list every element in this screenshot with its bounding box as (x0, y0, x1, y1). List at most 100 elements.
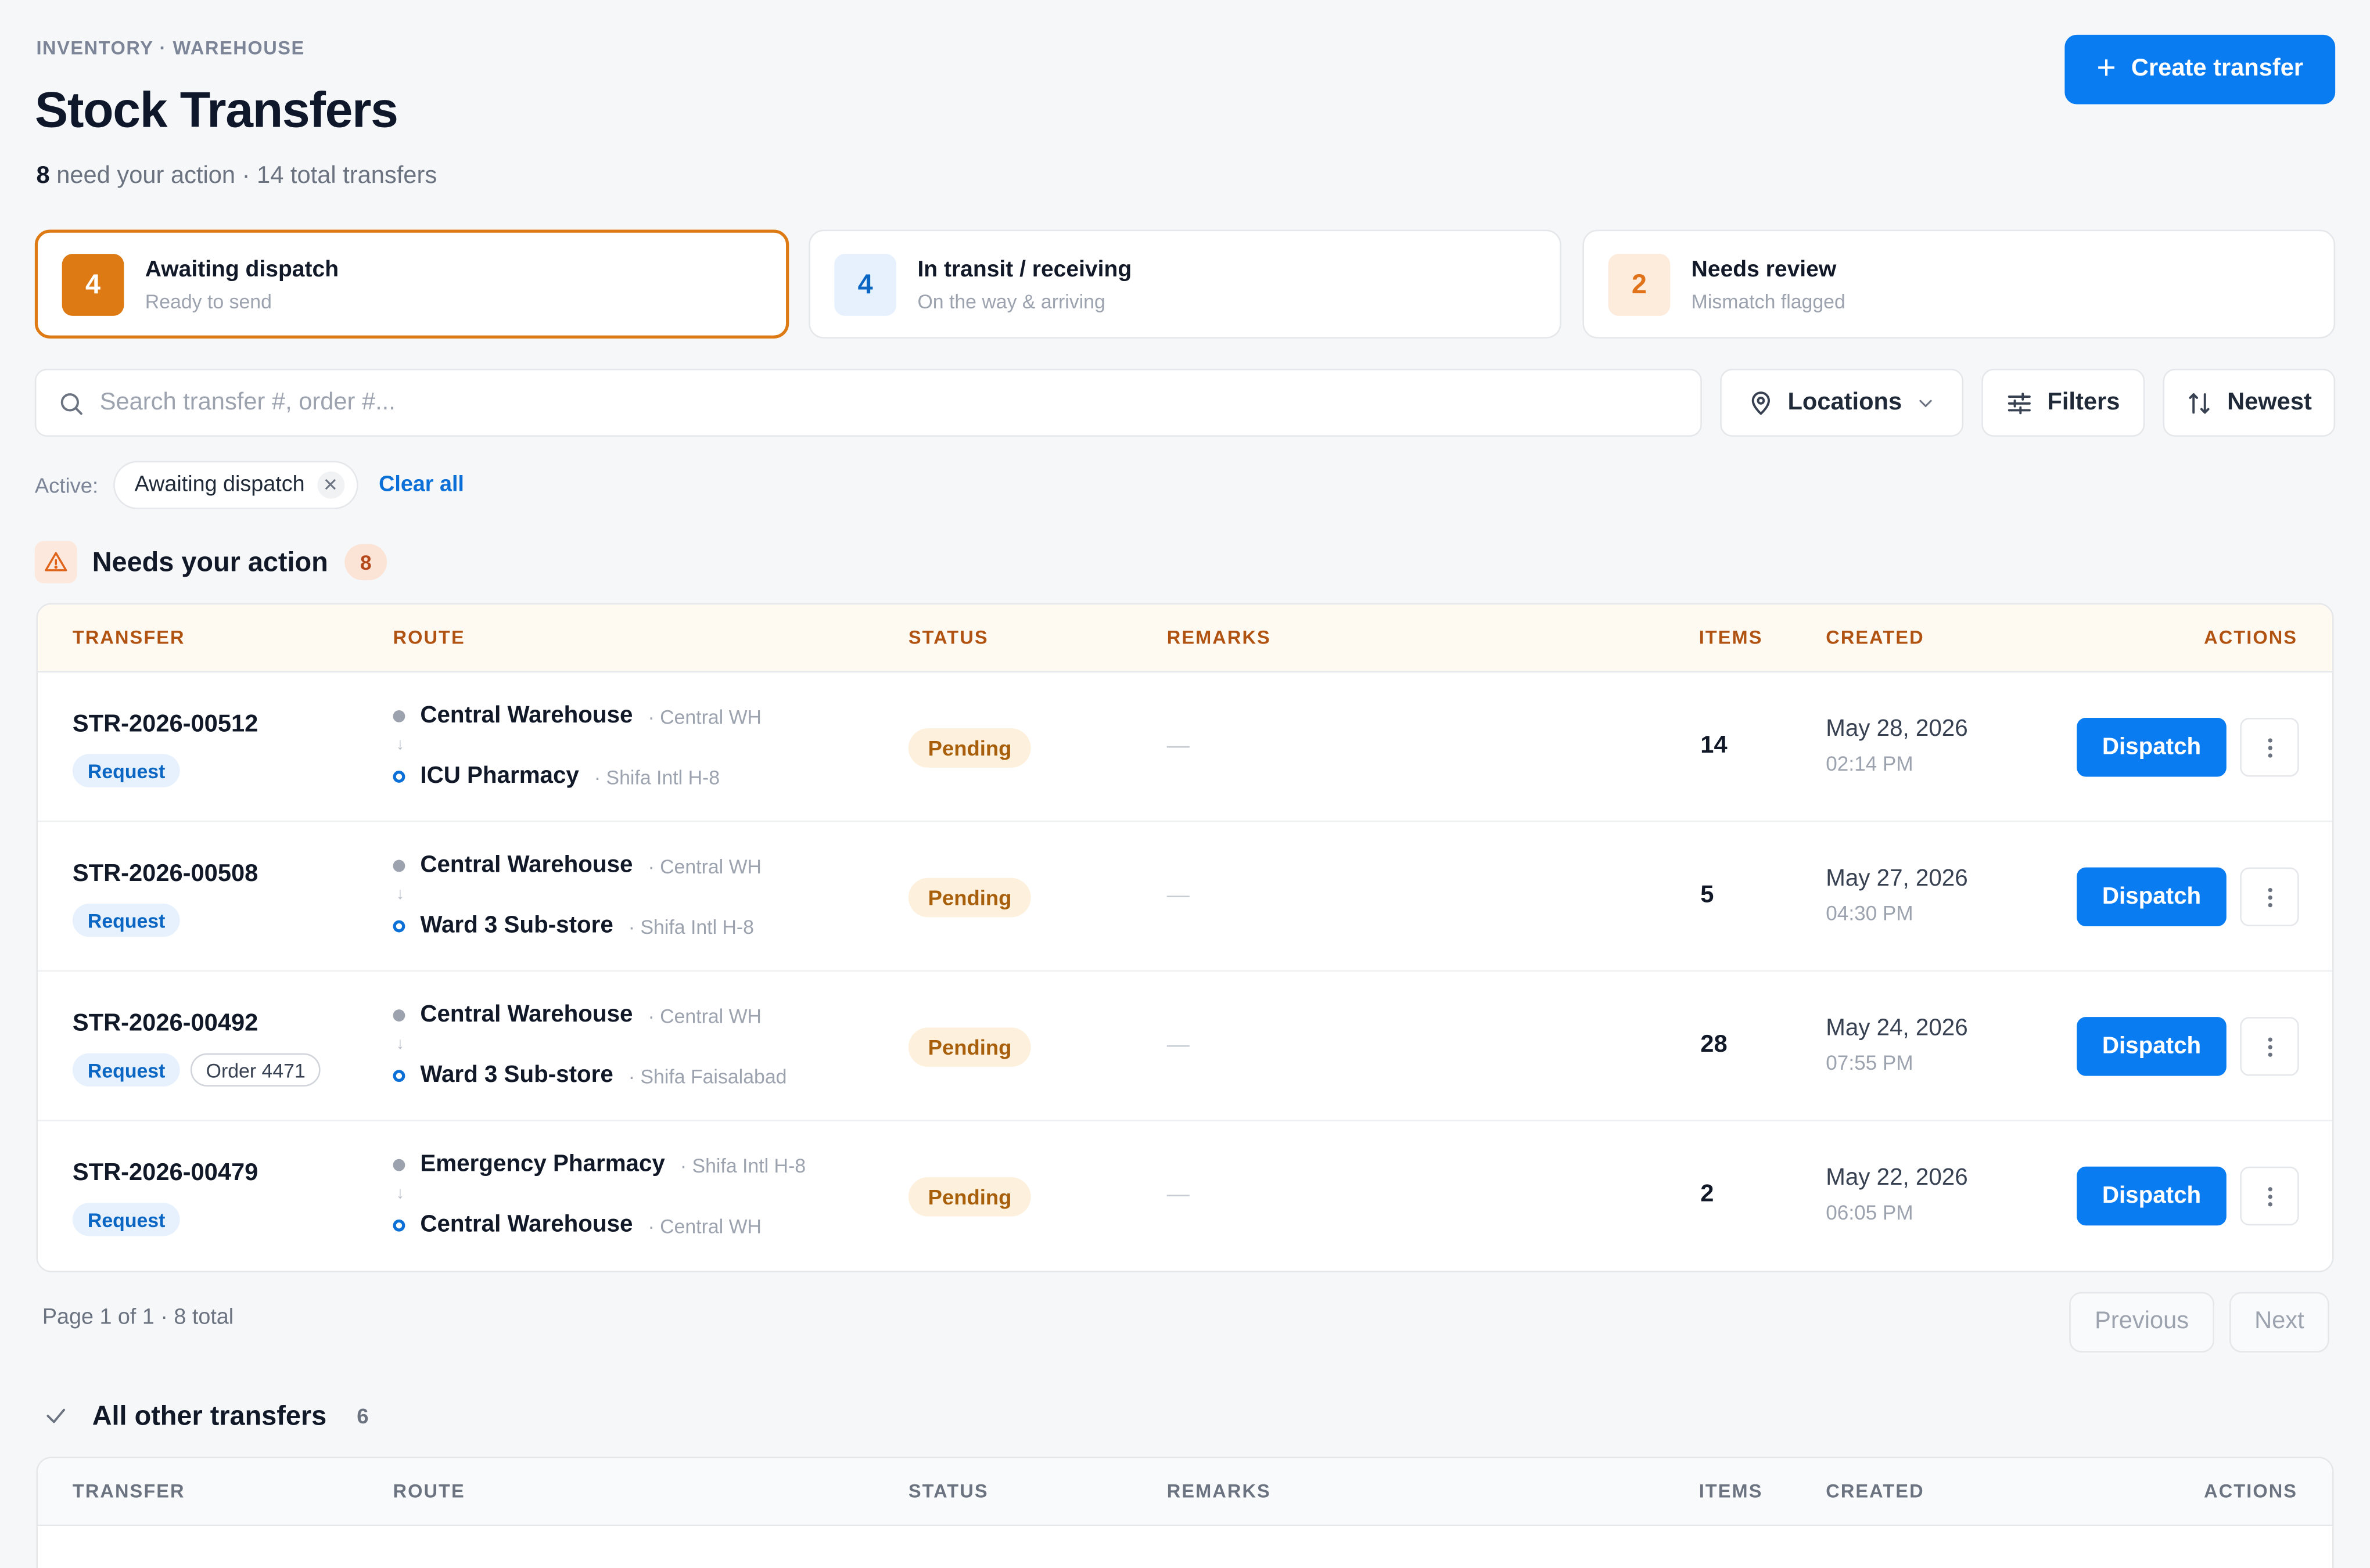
sort-button[interactable]: Newest (2163, 368, 2336, 437)
table-row[interactable]: STR-2026-00479 Request Emergency Pharmac… (38, 1121, 2332, 1271)
next-page-button[interactable]: Next (2229, 1292, 2329, 1353)
card-count: 4 (834, 253, 897, 315)
card-count: 2 (1608, 253, 1671, 315)
page-subtitle: 8 need your action · 14 total transfers (36, 163, 437, 190)
more-vertical-icon (2267, 738, 2272, 757)
active-filters: Active: Awaiting dispatch ✕ Clear all (35, 461, 464, 509)
app-root: INVENTORY · WAREHOUSE Stock Transfers 8 … (0, 0, 2370, 1568)
transfer-id: STR-2026-00512 (72, 711, 258, 738)
card-count: 4 (62, 253, 124, 315)
summary-card-in-transit[interactable]: 4 In transit / receiving On the way & ar… (809, 229, 1561, 339)
section-title: All other transfers (92, 1400, 327, 1430)
route-to: Ward 3 Sub-store (420, 912, 613, 938)
route-to-site: · Shifa Intl H-8 (628, 915, 755, 938)
previous-page-button[interactable]: Previous (2069, 1292, 2214, 1353)
status-badge: Pending (908, 877, 1032, 918)
route-to: ICU Pharmacy (420, 763, 579, 789)
card-title: Needs review (1691, 256, 1837, 282)
dispatch-button[interactable]: Dispatch (2077, 1166, 2227, 1226)
column-header-actions: ACTIONS (2204, 627, 2298, 649)
transfer-id: STR-2026-00492 (72, 1010, 258, 1037)
remarks: — (1166, 732, 1190, 759)
created-date: May 24, 2026 (1826, 1015, 1968, 1041)
destination-dot-icon (393, 1070, 405, 1083)
items-count: 14 (1700, 732, 1728, 759)
subtitle-text: need your action · 14 total transfers (56, 163, 437, 189)
card-subtitle: On the way & arriving (917, 289, 1105, 312)
dispatch-button[interactable]: Dispatch (2077, 717, 2227, 777)
breadcrumb: INVENTORY · WAREHOUSE (36, 38, 305, 59)
route-from-site: · Central WH (648, 1004, 762, 1027)
check-icon (35, 1395, 77, 1437)
status-badge: Pending (908, 1027, 1032, 1067)
more-options-button[interactable] (2240, 717, 2299, 777)
more-options-button[interactable] (2240, 1166, 2299, 1226)
table-row[interactable]: STR-2026-00512 Request Central Warehouse… (38, 672, 2332, 822)
close-icon[interactable]: ✕ (317, 471, 344, 499)
arrow-down-icon: ↓ (396, 1035, 405, 1053)
filter-chip: Awaiting dispatch ✕ (113, 461, 358, 509)
active-filters-label: Active: (34, 473, 99, 498)
pagination-info: Page 1 of 1 · 8 total (42, 1306, 234, 1330)
card-subtitle: Mismatch flagged (1691, 289, 1845, 312)
sort-label: Newest (2227, 389, 2312, 415)
route-to-site: · Shifa Intl H-8 (594, 765, 720, 788)
destination-dot-icon (393, 1219, 405, 1232)
table-row[interactable]: STR-2026-00492 Request Order 4471 Centra… (38, 972, 2332, 1121)
section-count-badge: 8 (344, 544, 387, 581)
created-date: May 27, 2026 (1826, 865, 1968, 892)
other-table: TRANSFER ROUTE STATUS REMARKS ITEMS CREA… (36, 1456, 2334, 1568)
remarks: — (1166, 882, 1190, 908)
section-needs-action-header: Needs your action 8 (34, 541, 387, 584)
column-header-route: ROUTE (393, 627, 465, 649)
created-date: May 22, 2026 (1826, 1165, 1968, 1191)
chevron-down-icon (1920, 399, 1933, 407)
origin-dot-icon (393, 1159, 405, 1171)
table-row[interactable]: STR-2026-00508 Request Central Warehouse… (38, 822, 2332, 972)
type-badge: Request (72, 1053, 181, 1087)
filter-chip-label: Awaiting dispatch (134, 473, 305, 498)
created-time: 02:14 PM (1826, 752, 1913, 775)
column-header-items: ITEMS (1699, 627, 1763, 649)
action-table: TRANSFER ROUTE STATUS REMARKS ITEMS CREA… (36, 603, 2334, 1272)
route-from: Emergency Pharmacy (420, 1151, 665, 1177)
plus-icon: + (2096, 48, 2116, 87)
route-from: Central Warehouse (420, 702, 633, 729)
more-options-button[interactable] (2240, 867, 2299, 927)
search-box (34, 368, 1702, 437)
type-badge: Request (72, 754, 181, 787)
route-from-site: · Central WH (648, 704, 762, 728)
status-badge: Pending (908, 728, 1032, 768)
dispatch-button[interactable]: Dispatch (2077, 1017, 2227, 1076)
remarks: — (1166, 1032, 1190, 1058)
summary-card-awaiting-dispatch[interactable]: 4 Awaiting dispatch Ready to send (34, 229, 789, 339)
page-title: Stock Transfers (34, 81, 398, 138)
transfer-id: STR-2026-00479 (72, 1160, 258, 1186)
sliders-icon (2009, 391, 2032, 413)
more-vertical-icon (2267, 887, 2272, 907)
filters-button[interactable]: Filters (1981, 368, 2145, 437)
clear-all-link[interactable]: Clear all (379, 473, 464, 497)
transfer-id: STR-2026-00508 (72, 861, 258, 887)
search-input[interactable] (99, 389, 1460, 416)
route-to-site: · Shifa Faisalabad (628, 1064, 787, 1088)
created-time: 06:05 PM (1826, 1201, 1913, 1224)
table-header: TRANSFER ROUTE STATUS REMARKS ITEMS CREA… (38, 1458, 2332, 1527)
warning-icon (34, 541, 77, 584)
create-transfer-button[interactable]: + Create transfer (2064, 34, 2336, 105)
card-title: Awaiting dispatch (145, 256, 339, 282)
route-from-site: · Central WH (648, 854, 762, 877)
table-header: TRANSFER ROUTE STATUS REMARKS ITEMS CREA… (38, 604, 2332, 672)
type-badge: Request (72, 1203, 181, 1236)
section-title: Needs your action (92, 546, 328, 577)
locations-dropdown[interactable]: Locations (1720, 368, 1964, 437)
destination-dot-icon (393, 771, 405, 783)
column-header-transfer: TRANSFER (72, 1481, 185, 1502)
dispatch-button[interactable]: Dispatch (2077, 867, 2227, 927)
summary-card-needs-review[interactable]: 2 Needs review Mismatch flagged (1582, 229, 2336, 339)
route-to: Central Warehouse (420, 1211, 633, 1238)
created-date: May 28, 2026 (1826, 716, 1968, 742)
more-options-button[interactable] (2240, 1017, 2299, 1076)
arrow-down-icon: ↓ (396, 1185, 405, 1203)
section-other-header: All other transfers 6 (35, 1395, 369, 1437)
